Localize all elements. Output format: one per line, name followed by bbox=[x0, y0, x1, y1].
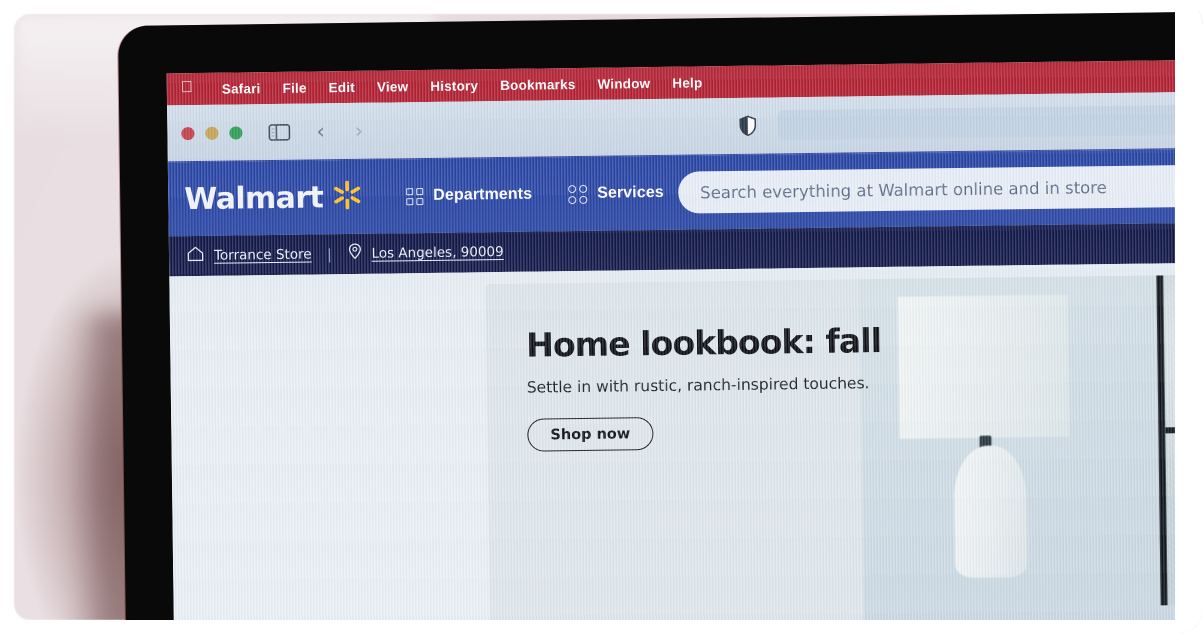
photo-canvas:  Safari File Edit View History Bookmark… bbox=[0, 0, 1203, 634]
hero-banner[interactable]: Home lookbook: fall Settle in with rusti… bbox=[485, 273, 1203, 634]
menu-window[interactable]: Window bbox=[586, 75, 661, 92]
sidebar-toggle-icon[interactable] bbox=[268, 123, 291, 141]
menu-view[interactable]: View bbox=[366, 79, 420, 95]
forward-button[interactable]: › bbox=[355, 118, 364, 142]
canvas-bottom-edge bbox=[0, 620, 1203, 634]
store-link[interactable]: Torrance Store bbox=[214, 246, 312, 263]
nav-departments-label: Departments bbox=[433, 185, 533, 204]
window-controls bbox=[181, 125, 243, 140]
walmart-logo[interactable]: Walmart bbox=[184, 179, 362, 217]
lamp-base bbox=[953, 445, 1028, 579]
site-header: Walmart Departments Services Search ever… bbox=[167, 147, 1203, 237]
nav-services[interactable]: Services bbox=[568, 183, 664, 204]
menu-safari[interactable]: Safari bbox=[211, 80, 272, 97]
hero-title: Home lookbook: fall bbox=[525, 321, 882, 365]
map-pin-icon bbox=[347, 243, 361, 265]
hero-image bbox=[859, 273, 1203, 634]
menu-help[interactable]: Help bbox=[661, 75, 713, 91]
nav-departments[interactable]: Departments bbox=[406, 186, 532, 206]
monitor-bezel:  Safari File Edit View History Bookmark… bbox=[118, 10, 1203, 634]
minimize-button[interactable] bbox=[205, 126, 219, 140]
close-button[interactable] bbox=[181, 126, 195, 140]
menu-history[interactable]: History bbox=[419, 78, 489, 94]
nav-services-label: Services bbox=[597, 183, 664, 202]
circles-icon bbox=[568, 184, 588, 204]
menu-edit[interactable]: Edit bbox=[318, 79, 367, 95]
maximize-button[interactable] bbox=[229, 125, 243, 140]
back-button[interactable]: ‹ bbox=[316, 119, 325, 143]
screen:  Safari File Edit View History Bookmark… bbox=[166, 58, 1203, 634]
search-input[interactable]: Search everything at Walmart online and … bbox=[677, 163, 1203, 214]
address-bar[interactable]: w bbox=[777, 102, 1203, 141]
menu-file[interactable]: File bbox=[271, 80, 317, 96]
privacy-shield-icon[interactable] bbox=[739, 115, 757, 137]
city-zip-link[interactable]: Los Angeles, 90009 bbox=[371, 244, 503, 262]
search-placeholder: Search everything at Walmart online and … bbox=[700, 177, 1107, 202]
grid-icon bbox=[406, 187, 424, 205]
lamp-shade bbox=[897, 294, 1070, 439]
apple-logo-icon[interactable]:  bbox=[181, 79, 193, 96]
page-body: Home lookbook: fall Settle in with rusti… bbox=[169, 261, 1203, 634]
walmart-wordmark: Walmart bbox=[184, 179, 324, 217]
hero-text-block: Home lookbook: fall Settle in with rusti… bbox=[526, 321, 883, 452]
menu-bookmarks[interactable]: Bookmarks bbox=[489, 76, 587, 93]
canvas-right-edge bbox=[1175, 0, 1203, 634]
hero-subtitle: Settle in with rustic, ranch-inspired to… bbox=[526, 374, 870, 397]
walmart-spark-icon bbox=[332, 179, 362, 214]
location-separator: | bbox=[327, 245, 332, 263]
home-icon bbox=[187, 245, 204, 266]
shop-now-button[interactable]: Shop now bbox=[527, 417, 654, 452]
